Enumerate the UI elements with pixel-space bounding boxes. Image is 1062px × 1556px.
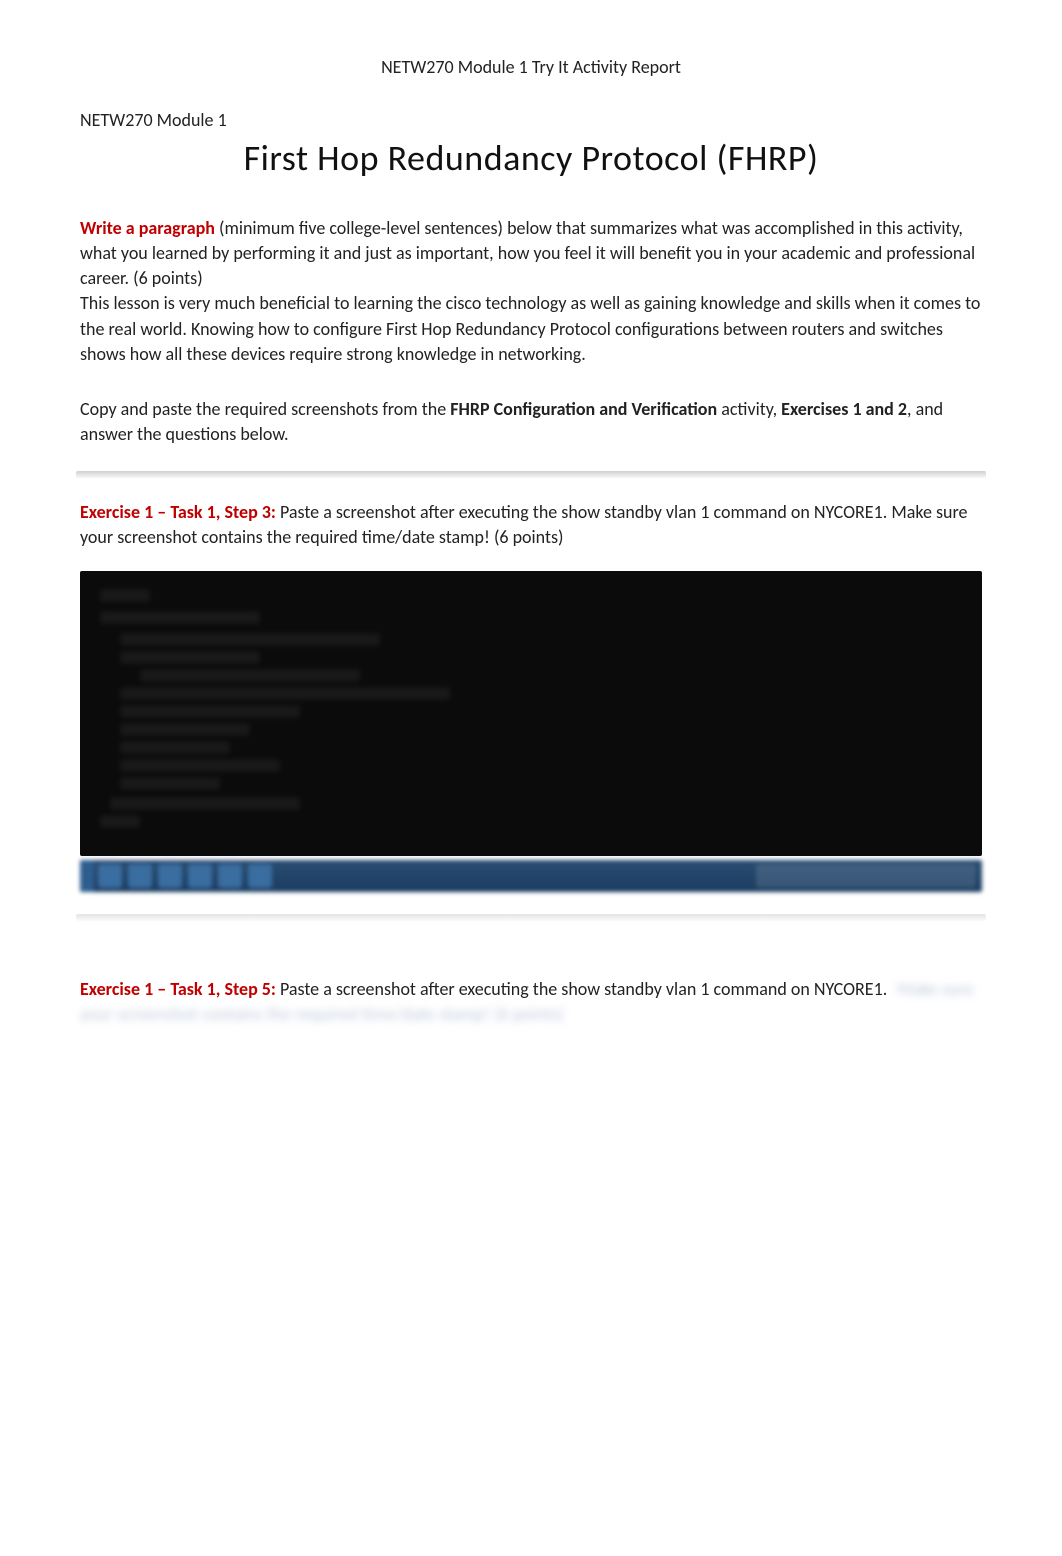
taskbar-icon: [158, 864, 182, 888]
taskbar-icon: [218, 864, 242, 888]
taskbar-tray: [756, 864, 976, 888]
write-paragraph-instructions: (minimum five college-level sentences) b…: [80, 217, 975, 289]
copy-paste-mid: activity,: [717, 398, 781, 420]
exercise1-step5: Exercise 1 – Task 1, Step 5: Paste a scr…: [80, 977, 982, 1027]
taskbar-icon: [188, 864, 212, 888]
taskbar-icon: [98, 864, 122, 888]
ex1-step5-text: Paste a screenshot after executing the s…: [276, 978, 891, 1000]
document-title: First Hop Redundancy Protocol (FHRP): [80, 133, 982, 183]
course-line: NETW270 Module 1: [80, 108, 982, 133]
activity-name-bold: FHRP Configuration and Verification: [450, 398, 717, 420]
exercise1-step3: Exercise 1 – Task 1, Step 3: Paste a scr…: [80, 500, 982, 550]
ex1-step3-label: Exercise 1 – Task 1, Step 3:: [80, 501, 276, 523]
copy-paste-pre: Copy and paste the required screenshots …: [80, 398, 450, 420]
windows-taskbar: [80, 860, 982, 892]
exercises-bold: Exercises 1 and 2: [781, 398, 907, 420]
taskbar-icons: [98, 864, 272, 888]
taskbar-icon: [248, 864, 272, 888]
copy-paste-instructions: Copy and paste the required screenshots …: [80, 397, 982, 447]
divider-shadow-2: [76, 914, 986, 921]
divider-shadow: [76, 471, 986, 478]
terminal-screenshot: [80, 571, 982, 856]
intro-section: Write a paragraph (minimum five college-…: [80, 216, 982, 367]
running-header: NETW270 Module 1 Try It Activity Report: [80, 55, 982, 80]
write-paragraph-label: Write a paragraph: [80, 217, 215, 239]
ex1-step5-label: Exercise 1 – Task 1, Step 5:: [80, 978, 276, 1000]
student-answer: This lesson is very much beneficial to l…: [80, 291, 982, 367]
taskbar-icon: [128, 864, 152, 888]
